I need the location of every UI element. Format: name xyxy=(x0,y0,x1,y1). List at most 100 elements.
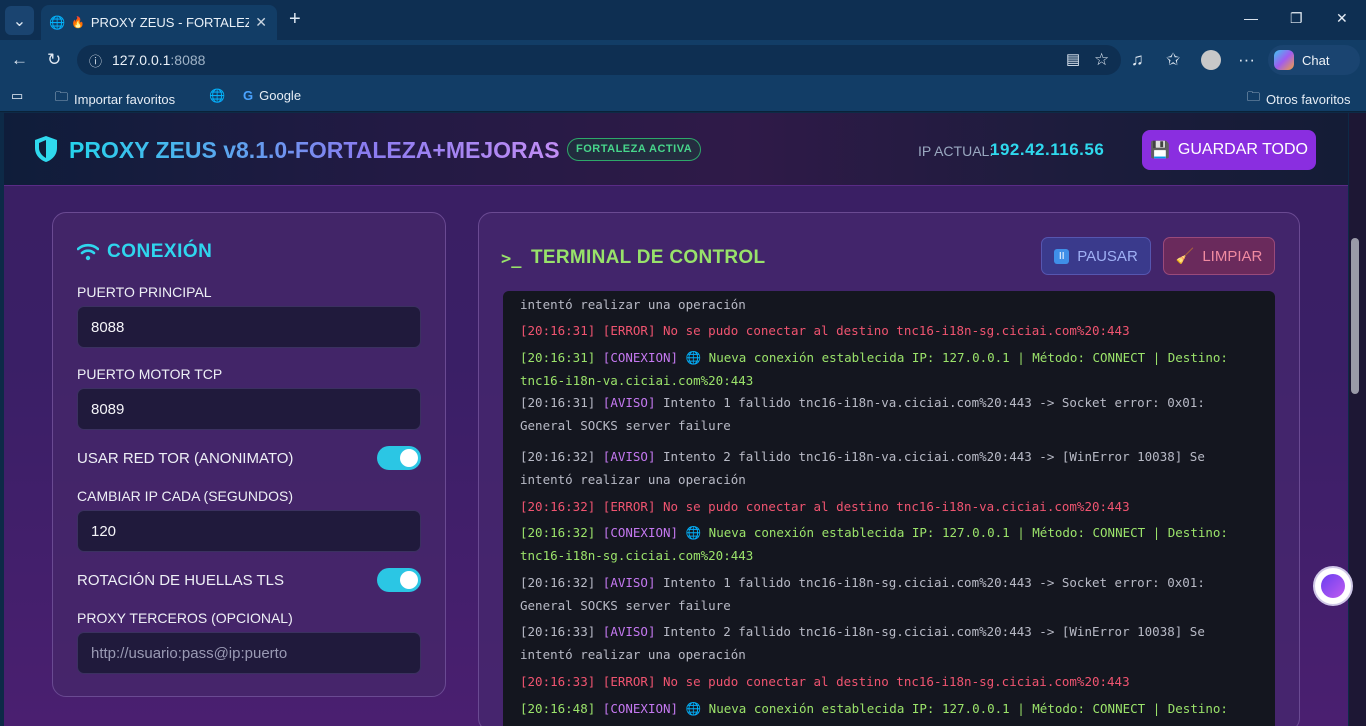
tls-label: ROTACIÓN DE HUELLAS TLS xyxy=(77,572,284,589)
terminal-title: TERMINAL DE CONTROL xyxy=(531,247,766,268)
shield-icon xyxy=(35,136,57,162)
floating-assistant-icon[interactable] xyxy=(1313,566,1353,606)
scrollbar-thumb[interactable] xyxy=(1351,238,1359,394)
favorites-bar: ▭ 🗀 Importar favoritos 🌐 G Google 🗀 Otros f… xyxy=(0,80,1366,112)
log-message: No se pudo conectar al destino tnc16-i18… xyxy=(663,323,1130,338)
log-time: [20:16:31] xyxy=(520,395,603,410)
tls-toggle[interactable] xyxy=(377,568,421,592)
tcp-port-input[interactable]: 8089 xyxy=(77,388,421,430)
terminal-card: >_ TERMINAL DE CONTROL II PAUSAR 🧹 LIMPI… xyxy=(478,212,1300,726)
tab-title: PROXY ZEUS - FORTALEZA DE S xyxy=(90,15,250,30)
info-icon: ⓘ xyxy=(89,53,103,69)
chat-button[interactable]: Chat xyxy=(1268,45,1360,75)
google-favorite[interactable]: G Google xyxy=(243,88,301,103)
save-all-label: GUARDAR TODO xyxy=(1177,141,1308,158)
app-title: PROXY ZEUS v8.1.0-FORTALEZA+MEJORAS xyxy=(69,137,560,163)
close-icon[interactable]: ✕ xyxy=(255,14,267,31)
log-time: [20:16:32] xyxy=(520,449,603,464)
google-label: Google xyxy=(259,88,302,103)
save-all-button[interactable]: 💾 GUARDAR TODO xyxy=(1142,130,1316,170)
log-tag: [AVISO] xyxy=(602,575,664,590)
log-message: No se pudo conectar al destino tnc16-i18… xyxy=(663,499,1130,514)
url-host: 127.0.0.1 xyxy=(112,52,171,68)
log-message: 🌐 Nueva conexión establecida IP: 127.0.0… xyxy=(685,701,1228,716)
log-tag: [ERROR] xyxy=(602,323,664,338)
log-time: [20:16:31] xyxy=(520,350,603,365)
log-line: [20:16:48] [CONEXION] 🌐 Nueva conexión e… xyxy=(520,697,1260,720)
main-port-label: PUERTO PRINCIPAL xyxy=(77,284,212,300)
ip-label: IP ACTUAL: xyxy=(918,143,994,159)
other-favorites-label: Otros favoritos xyxy=(1266,91,1351,107)
log-time: [20:16:48] xyxy=(520,701,603,716)
page-content: PROXY ZEUS v8.1.0-FORTALEZA+MEJORAS FORT… xyxy=(4,113,1348,726)
log-line: [20:16:32] [AVISO] Intento 1 fallido tnc… xyxy=(520,571,1260,617)
google-icon: G xyxy=(243,88,254,103)
profile-icon[interactable] xyxy=(1201,50,1221,70)
ip-interval-input[interactable]: 120 xyxy=(77,510,421,552)
globe-icon: 🌐 xyxy=(49,14,66,30)
clear-button[interactable]: 🧹 LIMPIAR xyxy=(1163,237,1275,275)
log-tag: [AVISO] xyxy=(602,395,664,410)
pause-label: PAUSAR xyxy=(1077,247,1138,265)
log-line: [20:16:32] [AVISO] Intento 2 fallido tnc… xyxy=(520,445,1260,491)
log-line: [20:16:32] [CONEXION] 🌐 Nueva conexión e… xyxy=(520,521,1260,567)
log-message: No se pudo conectar al destino tnc16-i18… xyxy=(663,674,1130,689)
broom-icon: 🧹 xyxy=(1175,248,1195,265)
log-time: [20:16:33] xyxy=(520,674,603,689)
log-time: [20:16:33] xyxy=(520,624,603,639)
log-line: [20:16:31] [ERROR] No se pudo conectar a… xyxy=(520,319,1260,342)
sidebar-toggle-icon[interactable]: ▭ xyxy=(11,88,23,104)
terminal-console[interactable]: intentó realizar una operación [20:16:31]… xyxy=(503,291,1275,726)
log-tag: [ERROR] xyxy=(602,499,664,514)
log-line: [20:16:31] [AVISO] Intento 1 fallido tnc… xyxy=(520,391,1260,437)
import-favorites-label: Importar favoritos xyxy=(74,91,176,107)
app-header: PROXY ZEUS v8.1.0-FORTALEZA+MEJORAS FORT… xyxy=(4,113,1348,186)
connection-title: CONEXIÓN xyxy=(107,241,213,262)
close-window-icon[interactable]: ✕ xyxy=(1336,10,1348,27)
log-tag: [CONEXION] xyxy=(602,350,686,365)
tab-list-button[interactable]: ⌄ xyxy=(5,6,34,35)
import-favorites[interactable]: 🗀 Importar favoritos xyxy=(55,88,175,110)
connection-card: CONEXIÓN PUERTO PRINCIPAL 8088 PUERTO MO… xyxy=(52,212,446,697)
more-icon[interactable]: ··· xyxy=(1238,50,1255,70)
plus-icon[interactable]: + xyxy=(289,8,301,30)
log-line: [20:16:33] [ERROR] No se pudo conectar a… xyxy=(520,670,1260,693)
terminal-icon: >_ xyxy=(501,249,522,269)
pause-button[interactable]: II PAUSAR xyxy=(1041,237,1151,275)
clear-label: LIMPIAR xyxy=(1202,247,1263,265)
log-tag: [AVISO] xyxy=(602,449,664,464)
log-line: [20:16:33] [AVISO] Intento 2 fallido tnc… xyxy=(520,620,1260,666)
ip-value: 192.42.116.56 xyxy=(990,140,1105,159)
music-icon[interactable]: ♫ xyxy=(1131,50,1144,70)
copilot-icon xyxy=(1274,50,1294,70)
page-scrollbar[interactable] xyxy=(1349,113,1366,726)
log-tag: [ERROR] xyxy=(602,674,664,689)
log-tag: [CONEXION] xyxy=(602,701,686,716)
back-icon[interactable]: ← xyxy=(11,50,28,70)
proxy-label: PROXY TERCEROS (OPCIONAL) xyxy=(77,610,293,626)
log-tag: [CONEXION] xyxy=(602,525,686,540)
url-input[interactable]: ⓘ 127.0.0.1:8088 xyxy=(77,45,1121,75)
tor-toggle[interactable] xyxy=(377,446,421,470)
favorites-icon[interactable]: ✩ xyxy=(1166,50,1180,70)
star-icon[interactable]: ☆ xyxy=(1094,50,1109,70)
pause-icon: II xyxy=(1054,248,1070,264)
reload-icon[interactable]: ↻ xyxy=(47,50,61,70)
main-port-input[interactable]: 8088 xyxy=(77,306,421,348)
wifi-icon xyxy=(77,243,99,261)
restore-icon[interactable]: ❐ xyxy=(1290,10,1303,27)
import-icon: 🗀 xyxy=(55,89,69,104)
browser-tab[interactable]: 🌐 🔥 PROXY ZEUS - FORTALEZA DE S ✕ xyxy=(41,5,277,40)
log-line: [20:16:32] [ERROR] No se pudo conectar a… xyxy=(520,495,1260,518)
proxy-input[interactable]: http://usuario:pass@ip:puerto xyxy=(77,632,421,674)
other-favorites[interactable]: 🗀 Otros favoritos xyxy=(1247,88,1351,110)
globe-favorite[interactable]: 🌐 xyxy=(209,88,225,104)
save-icon: 💾 xyxy=(1149,142,1170,159)
tab-list-icon: ⌄ xyxy=(12,12,27,30)
minimize-icon[interactable]: — xyxy=(1244,10,1258,26)
tor-label: USAR RED TOR (ANONIMATO) xyxy=(77,450,294,467)
fire-icon: 🔥 xyxy=(71,17,85,29)
status-badge: FORTALEZA ACTIVA xyxy=(567,138,702,161)
reader-icon[interactable]: ▤ xyxy=(1066,50,1080,70)
log-line: [20:16:31] [CONEXION] 🌐 Nueva conexión e… xyxy=(520,346,1260,392)
